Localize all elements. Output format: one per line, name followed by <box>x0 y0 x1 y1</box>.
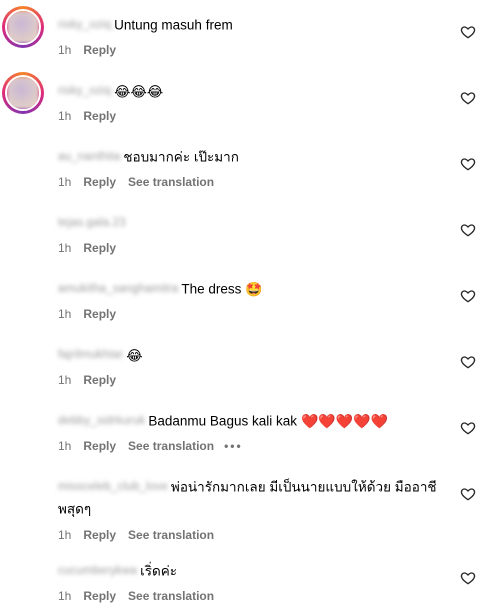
comment-body: missceleb_club_love พ่อน่ารักมากเลย มีเป็… <box>58 476 446 543</box>
reply-button[interactable]: Reply <box>83 174 116 190</box>
reply-button[interactable]: Reply <box>83 372 116 388</box>
comment-text: Untung masuh frem <box>114 17 233 33</box>
heart-outline-icon[interactable] <box>460 354 476 370</box>
heart-outline-icon[interactable] <box>460 288 476 304</box>
comment-line: risky_oziq 😂😂😂 <box>58 80 446 102</box>
comment-meta: 1h Reply <box>58 306 446 322</box>
comment-body: au_nanthita ชอบมากค่ะ เป๊ะมาก 1h Reply Se… <box>58 146 446 190</box>
comment-meta: 1h Reply <box>58 372 446 388</box>
comment-body: amukitha_sanghamitra The dress 🤩 1h Reply <box>58 278 446 322</box>
reply-button[interactable]: Reply <box>83 42 116 58</box>
avatar[interactable] <box>6 142 42 178</box>
comment-body: risky_oziq 😂😂😂 1h Reply <box>58 80 446 124</box>
avatar-image <box>7 77 39 109</box>
comment-body: tejas.gala.23 1h Reply <box>58 212 446 256</box>
comment-username[interactable]: cucumberykwa <box>58 560 137 582</box>
reply-button[interactable]: Reply <box>83 240 116 256</box>
comment-username[interactable]: tejas.gala.23 <box>58 212 126 234</box>
comment-meta: 1h Reply See translation ••• <box>58 438 446 454</box>
comment-username[interactable]: risky_oziq <box>58 14 111 36</box>
comment-line: fajrilmukhtar 😂 <box>58 344 446 366</box>
comment-line: missceleb_club_love พ่อน่ารักมากเลย มีเป็… <box>58 476 446 521</box>
comment-time: 1h <box>58 109 72 124</box>
comment-text: Badanmu Bagus kali kak <box>148 413 297 429</box>
comment-meta: 1h Reply See translation <box>58 527 446 543</box>
heart-outline-icon[interactable] <box>460 486 476 502</box>
comment-line: debby_sidrkuruk Badanmu Bagus kali kak ❤️❤… <box>58 410 446 432</box>
comment-time: 1h <box>58 175 72 190</box>
comment-time: 1h <box>58 527 72 542</box>
avatar[interactable] <box>2 6 44 48</box>
comment-meta: 1h Reply <box>58 42 446 58</box>
comment-meta: 1h Reply See translation <box>58 588 446 604</box>
comment-line: amukitha_sanghamitra The dress 🤩 <box>58 278 446 300</box>
comment-line: cucumberykwa เริ่ดค่ะ <box>58 560 446 582</box>
reply-button[interactable]: Reply <box>83 438 116 454</box>
heart-outline-icon[interactable] <box>460 222 476 238</box>
heart-outline-icon[interactable] <box>460 156 476 172</box>
comment-line: au_nanthita ชอบมากค่ะ เป๊ะมาก <box>58 146 446 168</box>
heart-outline-icon[interactable] <box>460 24 476 40</box>
comment-meta: 1h Reply <box>58 108 446 124</box>
comment-text: เริ่ดค่ะ <box>140 563 178 579</box>
heart-outline-icon[interactable] <box>460 570 476 586</box>
reply-button[interactable]: Reply <box>83 306 116 322</box>
avatar[interactable] <box>6 556 42 592</box>
avatar[interactable] <box>6 472 42 508</box>
comment-username[interactable]: au_nanthita <box>58 146 120 168</box>
comment-time: 1h <box>58 307 72 322</box>
heart-outline-icon[interactable] <box>460 90 476 106</box>
comment-list: risky_oziq Untung masuh frem 1h Reply ris… <box>0 0 486 612</box>
comment-time: 1h <box>58 241 72 256</box>
reply-button[interactable]: Reply <box>83 588 116 604</box>
comment-username[interactable]: debby_sidrkuruk <box>58 410 145 432</box>
comment-emoji: 😂 <box>126 347 143 364</box>
more-options-button[interactable]: ••• <box>224 438 243 454</box>
see-translation-button[interactable]: See translation <box>128 174 214 190</box>
comment-username[interactable]: risky_oziq <box>58 80 111 102</box>
avatar[interactable] <box>6 274 42 310</box>
avatar[interactable] <box>6 340 42 376</box>
comment-username[interactable]: missceleb_club_love <box>58 476 168 498</box>
avatar[interactable] <box>6 406 42 442</box>
comment-text: The dress <box>181 281 242 297</box>
comment-emoji: 🤩 <box>245 281 263 298</box>
see-translation-button[interactable]: See translation <box>128 527 214 543</box>
avatar[interactable] <box>6 208 42 244</box>
reply-button[interactable]: Reply <box>83 108 116 124</box>
comment-time: 1h <box>58 43 72 58</box>
see-translation-button[interactable]: See translation <box>128 588 214 604</box>
comment-text: ชอบมากค่ะ เป๊ะมาก <box>123 149 239 165</box>
comment-time: 1h <box>58 373 72 388</box>
comment-line: risky_oziq Untung masuh frem <box>58 14 446 36</box>
comment-time: 1h <box>58 439 72 454</box>
heart-outline-icon[interactable] <box>460 420 476 436</box>
comment-emoji: ❤️❤️❤️❤️❤️ <box>300 413 389 430</box>
comment-username[interactable]: fajrilmukhtar <box>58 344 123 366</box>
comment-body: debby_sidrkuruk Badanmu Bagus kali kak ❤️❤… <box>58 410 446 454</box>
reply-button[interactable]: Reply <box>83 527 116 543</box>
comment-line: tejas.gala.23 <box>58 212 446 234</box>
avatar-image <box>7 11 39 43</box>
comment-body: risky_oziq Untung masuh frem 1h Reply <box>58 14 446 58</box>
comment-meta: 1h Reply <box>58 240 446 256</box>
comment-emoji: 😂😂😂 <box>114 83 164 100</box>
comment-body: fajrilmukhtar 😂 1h Reply <box>58 344 446 388</box>
comment-meta: 1h Reply See translation <box>58 174 446 190</box>
comment-username[interactable]: amukitha_sanghamitra <box>58 278 178 300</box>
avatar[interactable] <box>2 72 44 114</box>
comment-body: cucumberykwa เริ่ดค่ะ 1h Reply See transl… <box>58 560 446 604</box>
comment-time: 1h <box>58 589 72 604</box>
see-translation-button[interactable]: See translation <box>128 438 214 454</box>
